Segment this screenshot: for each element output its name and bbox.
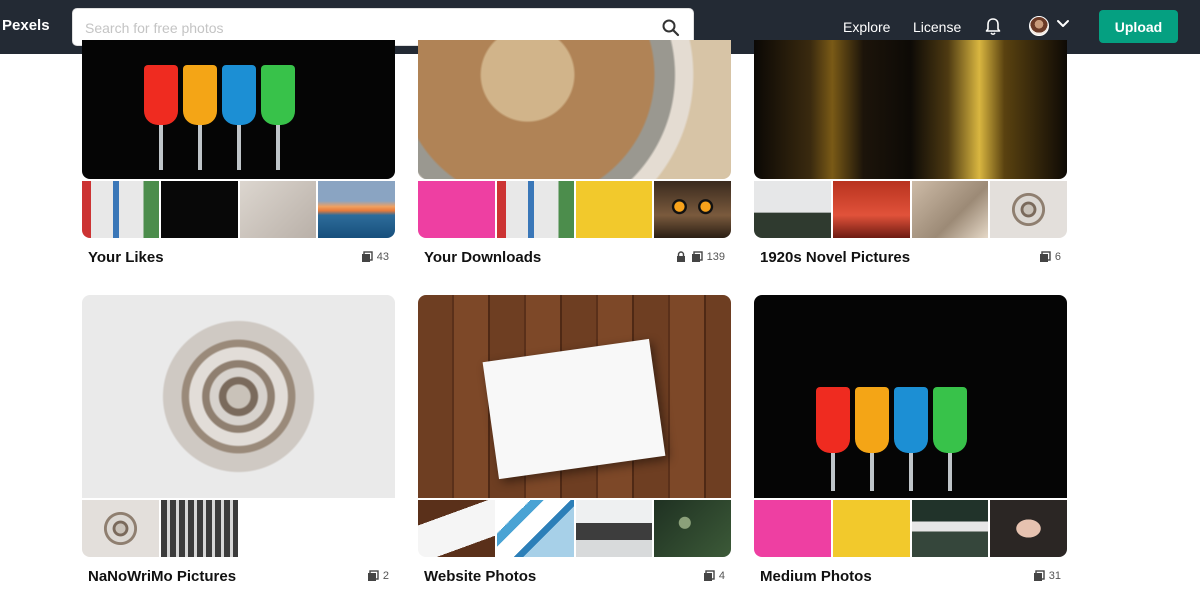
thumbnail-image[interactable] [832,500,910,557]
collection-card-medium-photos[interactable]: Medium Photos 31 [754,295,1067,595]
thumbnail-image[interactable] [575,181,653,238]
image-stack-icon [361,251,373,262]
collection-thumbnails [418,500,731,557]
thumbnail-image[interactable] [496,500,574,557]
thumbnail-image[interactable] [911,181,989,238]
collection-thumbnails [754,500,1067,557]
photo-count: 31 [1033,570,1061,582]
thumbnail-image[interactable] [82,500,159,557]
lock-icon [676,251,685,262]
thumbnail-image[interactable] [318,181,395,238]
thumbnail-image[interactable] [911,500,989,557]
collection-thumbnails [418,181,731,238]
photo-count-value: 31 [1048,570,1061,582]
thumbnail-image[interactable] [990,181,1067,238]
notepad-shape [482,338,666,480]
collection-card-nanowrimo-pictures[interactable]: NaNoWriMo Pictures 2 [82,295,395,595]
cocktail-glasses-image [754,295,1067,498]
collection-cover-image[interactable] [754,295,1067,498]
collection-card-website-photos[interactable]: Website Photos 4 [418,295,731,595]
collection-title[interactable]: NaNoWriMo Pictures [88,568,236,585]
image-stack-icon [691,251,703,262]
pexels-logo[interactable]: Pexels [2,17,50,34]
photo-count-value: 2 [382,570,389,582]
thumbnail-image[interactable] [654,181,731,238]
photo-count-value: 6 [1054,251,1061,263]
collection-thumbnails [754,181,1067,238]
collection-title[interactable]: Website Photos [424,568,536,585]
thumbnail-image[interactable] [575,500,653,557]
thumbnail-image[interactable] [418,500,495,557]
thumbnail-image[interactable] [161,500,238,557]
collection-card-your-downloads[interactable]: Your Downloads 139 [418,0,731,280]
photo-count: 139 [675,251,725,263]
thumbnail-image[interactable] [754,500,831,557]
thumbnail-image[interactable] [239,181,317,238]
photo-count: 4 [703,570,725,582]
photo-count-value: 139 [706,251,725,263]
image-stack-icon [1033,570,1045,581]
image-stack-icon [1039,251,1051,262]
paper-on-wood-image[interactable] [418,295,731,498]
collection-title[interactable]: Medium Photos [760,568,872,585]
collection-title[interactable]: Your Downloads [424,249,541,266]
cocktail-glasses-image [82,40,395,179]
night-lights-image[interactable] [754,40,1067,179]
thumbnail-image[interactable] [82,181,159,238]
collection-thumbnails [82,500,395,557]
collection-card-your-likes[interactable]: Your Likes 43 [82,0,395,280]
image-stack-icon [703,570,715,581]
thumbnail-image[interactable] [418,181,495,238]
kaleidoscope-image[interactable] [82,295,395,498]
photo-count-value: 4 [718,570,725,582]
thumbnail-image[interactable] [990,500,1067,557]
thumbnail-image[interactable] [654,500,731,557]
photo-count: 2 [367,570,389,582]
thumbnail-image[interactable] [160,181,238,238]
collection-cover-image[interactable] [82,40,395,179]
collection-title[interactable]: Your Likes [88,249,164,266]
photo-count-value: 43 [376,251,389,263]
thumbnail-image[interactable] [832,181,910,238]
photo-count: 6 [1039,251,1061,263]
dog-food-bowl-image[interactable] [418,40,731,179]
photo-count: 43 [361,251,389,263]
collection-thumbnails [82,181,395,238]
image-stack-icon [367,570,379,581]
collection-card-1920s-novel-pictures[interactable]: 1920s Novel Pictures 6 [754,0,1067,280]
thumbnail-image[interactable] [496,181,574,238]
thumbnail-image[interactable] [754,181,831,238]
upload-button[interactable]: Upload [1099,10,1178,43]
collection-title[interactable]: 1920s Novel Pictures [760,249,910,266]
